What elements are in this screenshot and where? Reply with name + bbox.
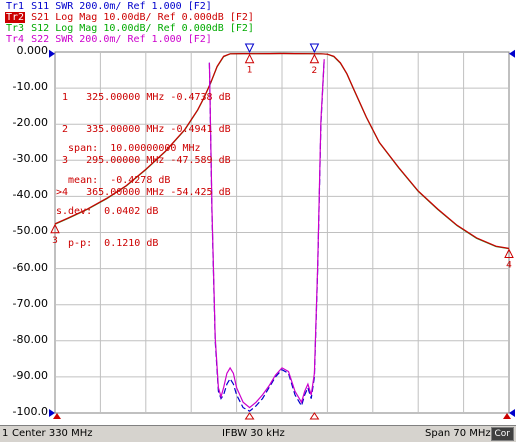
marker-label: 1 <box>247 66 253 76</box>
y-tick-label: -70.00 <box>12 297 48 310</box>
status-bar: 1 Center 330 MHz IFBW 30 kHz Span 70 MHz… <box>0 425 516 442</box>
sweep-limit-arrow <box>53 413 61 419</box>
y-tick-label: -40.00 <box>12 188 48 201</box>
marker-position-arrow-top <box>244 43 255 54</box>
statistics-readout: span: 10.00000000 MHz mean: -0.4278 dB s… <box>56 123 201 270</box>
y-tick-label: -60.00 <box>12 261 48 274</box>
y-tick-label: -20.00 <box>12 116 48 129</box>
marker-row: 1 325.00000 MHz -0.4738 dB <box>56 92 231 103</box>
marker-position-arrow-top <box>309 43 320 54</box>
y-tick-label: -30.00 <box>12 152 48 165</box>
marker-position-arrow <box>309 412 320 420</box>
marker-label: 2 <box>312 66 318 76</box>
ref-level-arrow-right <box>509 49 515 58</box>
correction-indicator[interactable]: Cor <box>490 427 514 441</box>
y-tick-label: 0.000 <box>16 44 49 57</box>
y-tick-label: -80.00 <box>12 333 48 346</box>
status-ifbw[interactable]: IFBW 30 kHz <box>222 426 285 441</box>
y-tick-label: -10.00 <box>12 80 48 93</box>
stat-row: p-p: 0.1210 dB <box>56 237 159 249</box>
marker-label: 4 <box>506 260 512 270</box>
status-span[interactable]: Span 70 MHz <box>425 426 491 441</box>
sweep-limit-arrow <box>503 413 511 419</box>
y-tick-label: -90.00 <box>12 369 48 382</box>
vna-display: Tr1 S11 SWR 200.0m/ Ref 1.000 [F2] Tr2 S… <box>0 0 516 442</box>
status-center-frequency[interactable]: Center 330 MHz <box>12 426 93 441</box>
y-axis: 0.000 -10.00 -20.00 -30.00 -40.00 -50.00… <box>0 0 50 441</box>
stat-row: span: 10.00000000 MHz <box>56 143 201 154</box>
status-channel[interactable]: 1 <box>2 426 8 441</box>
y-tick-label: -100.0 <box>12 405 48 418</box>
stat-row: mean: -0.4278 dB <box>56 174 171 186</box>
ref-level-arrow-right <box>509 409 515 417</box>
marker-position-arrow <box>244 412 255 420</box>
y-tick-label: -50.00 <box>12 224 48 237</box>
stat-row: s.dev: 0.0402 dB <box>56 206 159 217</box>
